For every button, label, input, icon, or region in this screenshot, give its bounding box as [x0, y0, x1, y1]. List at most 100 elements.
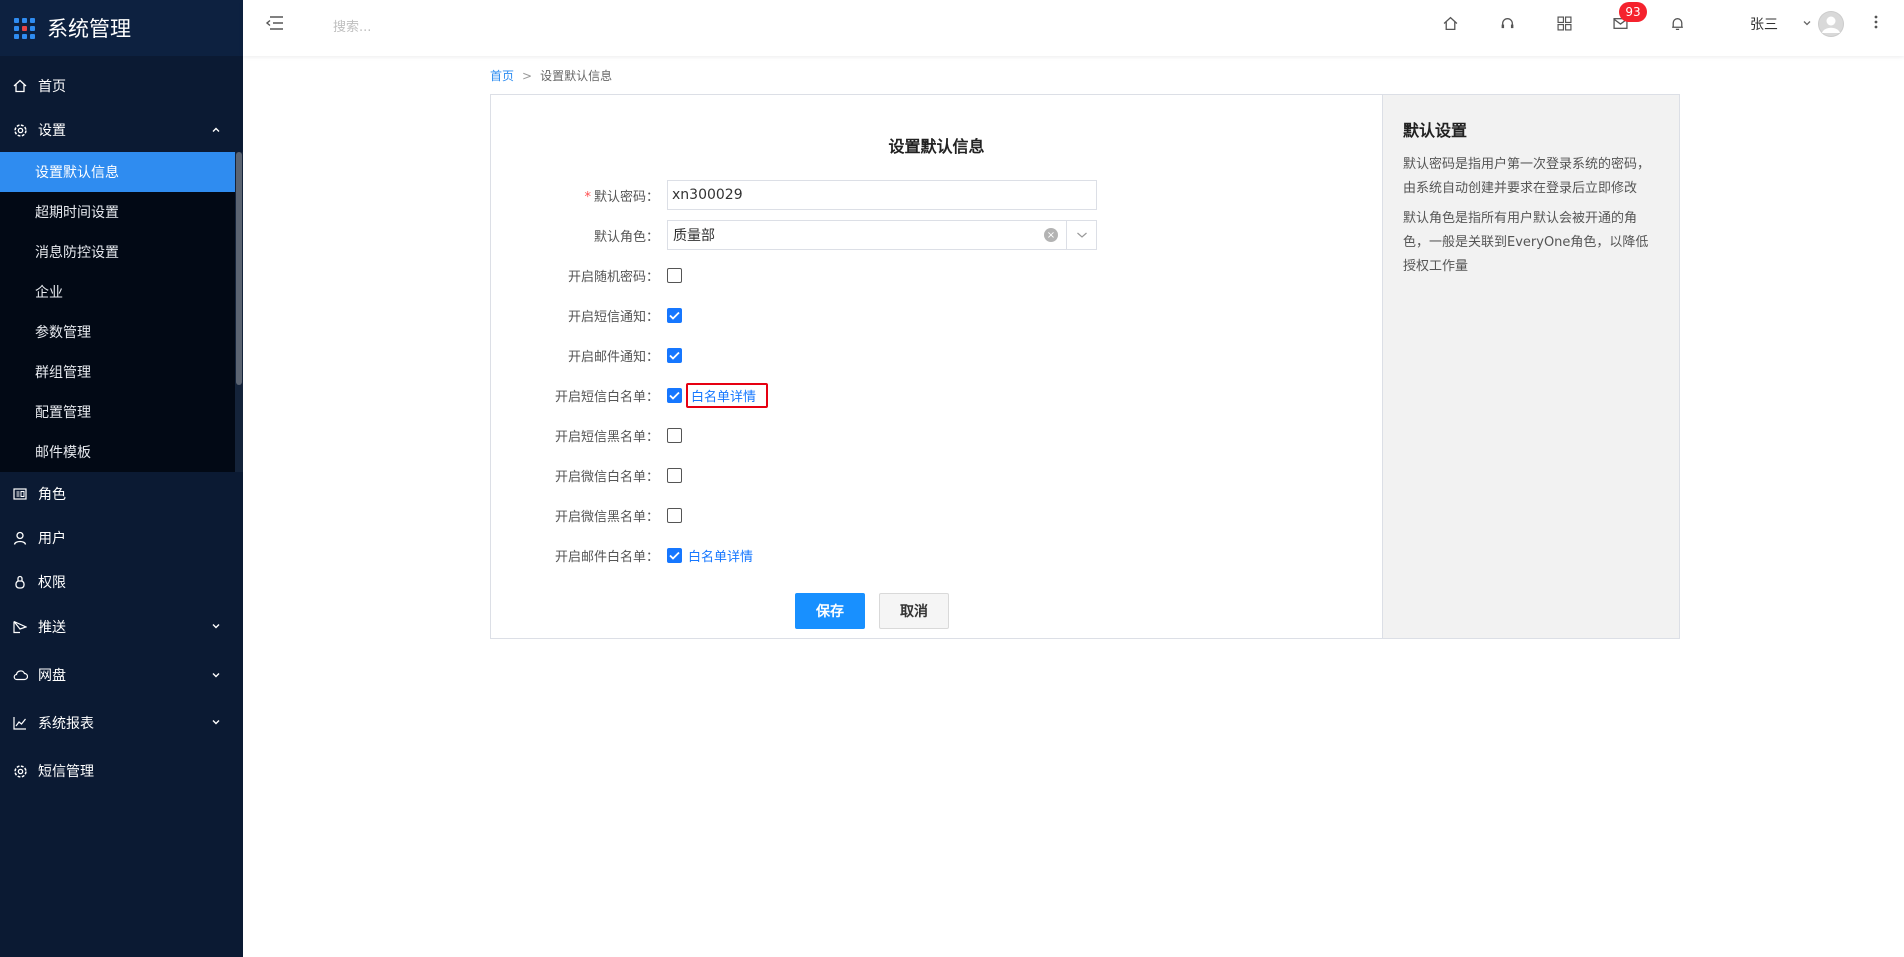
headset-icon[interactable]: [1498, 14, 1516, 32]
more-vertical-icon[interactable]: [1873, 14, 1879, 34]
sidebar-item-users[interactable]: 用户: [0, 516, 243, 560]
scrollbar-thumb[interactable]: [236, 152, 242, 385]
sidebar-item-label: 角色: [38, 487, 66, 503]
username[interactable]: 张三: [1750, 14, 1778, 34]
help-role-text: 默认角色是指所有用户默认会被开通的角色，一般是关联到EveryOne角色，以降低…: [1403, 211, 1649, 274]
gear-icon: [12, 122, 28, 138]
sidebar: 系统管理 首页 设置 设置默认信息 超期时间设置 消息防控设置 企业 参数管理 …: [0, 0, 243, 957]
breadcrumb: 首页 > 设置默认信息: [490, 67, 612, 84]
sms-blacklist-checkbox[interactable]: [667, 427, 682, 443]
random-password-checkbox[interactable]: [667, 267, 682, 283]
sidebar-item-push[interactable]: 推送: [0, 604, 243, 650]
breadcrumb-home[interactable]: 首页: [490, 69, 514, 83]
wechat-whitelist-label: 开启微信白名单：: [554, 469, 659, 485]
app-title: 系统管理: [47, 17, 131, 41]
lock-icon: [12, 574, 28, 590]
row-mail-notify: 开启邮件通知：: [491, 340, 682, 370]
gear-icon: [12, 763, 28, 779]
submenu-label: 群组管理: [35, 365, 91, 381]
menu-toggle-icon[interactable]: [265, 14, 285, 36]
row-wechat-blacklist: 开启微信黑名单：: [491, 500, 682, 530]
mail-count-badge: 93: [1619, 2, 1647, 22]
mail-whitelist-detail-link[interactable]: 白名单详情: [688, 546, 753, 565]
breadcrumb-current: 设置默认信息: [540, 69, 613, 83]
row-random-password: 开启随机密码：: [491, 260, 682, 290]
cancel-button[interactable]: 取消: [879, 593, 949, 629]
sidebar-item-label: 系统报表: [38, 716, 94, 732]
help-password-text: 默认密码是指用户第一次登录系统的密码，由系统自动创建并要求在登录后立即修改: [1403, 157, 1651, 196]
sidebar-item-label: 首页: [38, 79, 66, 95]
sidebar-item-label: 权限: [38, 575, 66, 591]
submenu-item-message-control[interactable]: 消息防控设置: [0, 232, 243, 272]
chevron-down-icon[interactable]: [1066, 221, 1096, 249]
submenu-item-mail-template[interactable]: 邮件模板: [0, 432, 243, 472]
chevron-down-icon: [211, 619, 221, 635]
sidebar-item-label: 设置: [38, 123, 66, 139]
apps-grid-icon[interactable]: [1555, 14, 1573, 32]
submenu-item-overdue-time[interactable]: 超期时间设置: [0, 192, 243, 232]
password-field[interactable]: xn300029: [667, 180, 1097, 210]
sidebar-item-roles[interactable]: 角色: [0, 472, 243, 516]
user-icon: [12, 530, 28, 546]
line-chart-icon: [12, 715, 28, 731]
chevron-up-icon: [211, 123, 221, 139]
submenu-label: 超期时间设置: [35, 205, 119, 221]
settings-card: 设置默认信息 * 默认密码： xn300029 默认角色： 质量部 × 开启随机密…: [490, 94, 1680, 639]
home-icon[interactable]: [1441, 14, 1459, 32]
submenu-scrollbar[interactable]: [235, 152, 243, 472]
search-input[interactable]: [333, 14, 533, 40]
id-card-icon: [12, 486, 28, 502]
row-mail-whitelist: 开启邮件白名单： 白名单详情: [491, 540, 753, 570]
submenu-label: 设置默认信息: [35, 165, 119, 181]
password-label: * 默认密码：: [491, 186, 659, 205]
submenu-item-groups[interactable]: 群组管理: [0, 352, 243, 392]
role-label: 默认角色：: [593, 229, 659, 245]
app-logo[interactable]: 系统管理: [0, 0, 243, 56]
wechat-whitelist-checkbox[interactable]: [667, 467, 682, 483]
sidebar-item-permissions[interactable]: 权限: [0, 560, 243, 604]
sms-notify-checkbox[interactable]: [667, 307, 682, 323]
sidebar-item-label: 网盘: [38, 668, 66, 684]
clear-icon[interactable]: ×: [1044, 228, 1058, 242]
sidebar-item-reports[interactable]: 系统报表: [0, 700, 243, 746]
role-select[interactable]: 质量部 ×: [667, 220, 1097, 250]
sidebar-item-label: 用户: [38, 531, 66, 547]
sidebar-item-sms[interactable]: 短信管理: [0, 746, 243, 796]
wechat-blacklist-label: 开启微信黑名单：: [554, 509, 659, 525]
sidebar-item-settings[interactable]: 设置: [0, 108, 243, 152]
home-icon: [12, 78, 28, 94]
submenu-label: 企业: [35, 285, 63, 301]
bell-icon[interactable]: [1668, 14, 1686, 32]
grid-logo-icon: [14, 17, 35, 39]
cloud-icon: [12, 667, 28, 683]
save-button[interactable]: 保存: [795, 593, 865, 629]
submenu-item-config[interactable]: 配置管理: [0, 392, 243, 432]
sms-notify-label: 开启短信通知：: [567, 309, 659, 325]
highlight-box: 白名单详情: [686, 382, 769, 408]
avatar[interactable]: [1818, 11, 1844, 37]
submenu-item-default-info[interactable]: 设置默认信息: [0, 152, 235, 192]
sms-whitelist-detail-link[interactable]: 白名单详情: [691, 390, 756, 405]
submenu-label: 邮件模板: [35, 445, 91, 461]
sms-whitelist-checkbox[interactable]: [667, 387, 682, 403]
sidebar-item-home[interactable]: 首页: [0, 64, 243, 108]
help-title: 默认设置: [1403, 121, 1468, 140]
sidebar-item-label: 推送: [38, 620, 66, 636]
row-sms-blacklist: 开启短信黑名单：: [491, 420, 682, 450]
top-header: 93 张三: [243, 0, 1904, 56]
row-sms-notify: 开启短信通知：: [491, 300, 682, 330]
chevron-down-icon[interactable]: [1802, 16, 1812, 32]
submenu-item-enterprise[interactable]: 企业: [0, 272, 243, 312]
help-panel: 默认设置 默认密码是指用户第一次登录系统的密码，由系统自动创建并要求在登录后立即…: [1382, 95, 1679, 638]
row-wechat-whitelist: 开启微信白名单：: [491, 460, 682, 490]
row-default-role: 默认角色： 质量部 ×: [491, 220, 1097, 250]
sidebar-item-netdisk[interactable]: 网盘: [0, 650, 243, 700]
form-title: 设置默认信息: [888, 137, 985, 156]
submenu-label: 参数管理: [35, 325, 91, 341]
submenu-item-params[interactable]: 参数管理: [0, 312, 243, 352]
mail-notify-checkbox[interactable]: [667, 347, 682, 363]
wechat-blacklist-checkbox[interactable]: [667, 507, 682, 523]
send-icon: [12, 619, 28, 635]
settings-submenu: 设置默认信息 超期时间设置 消息防控设置 企业 参数管理 群组管理 配置管理 邮…: [0, 152, 243, 472]
mail-whitelist-checkbox[interactable]: [667, 547, 682, 563]
